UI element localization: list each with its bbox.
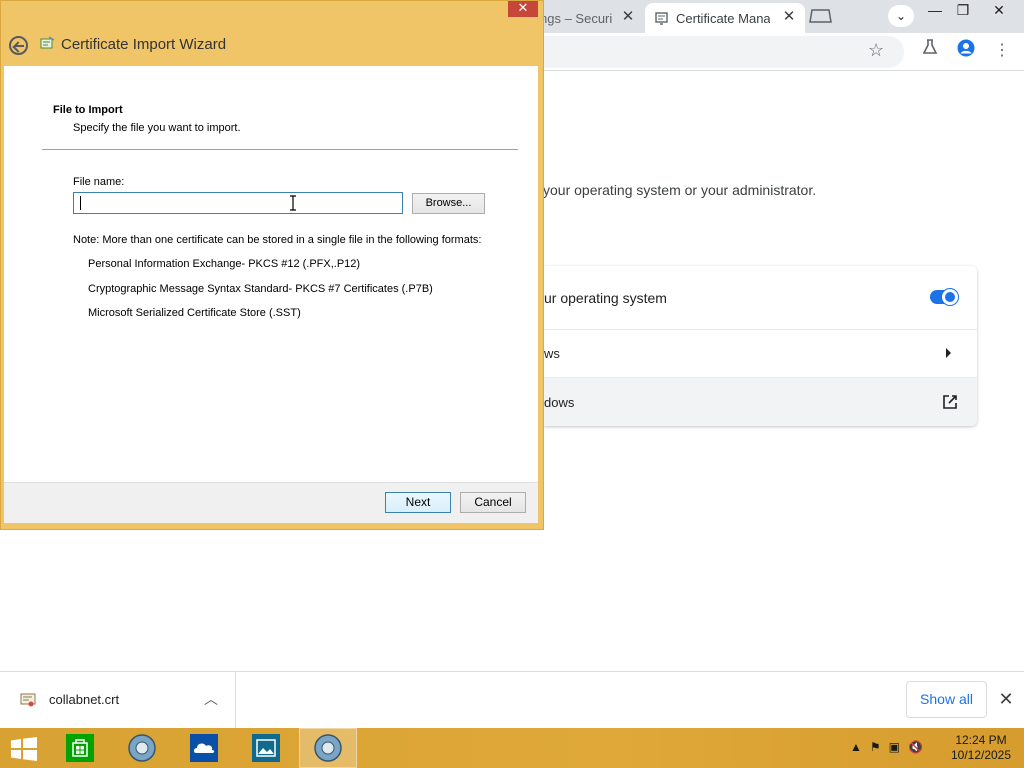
- windows-certificates-row[interactable]: ws: [544, 330, 977, 378]
- new-tab-icon[interactable]: [809, 8, 833, 24]
- volume-muted-icon[interactable]: 🔇: [908, 740, 923, 754]
- text-caret: [80, 196, 81, 210]
- windows-start-icon[interactable]: [10, 737, 38, 761]
- external-link-icon: [943, 395, 957, 409]
- taskbar-clock[interactable]: 12:24 PM 10/12/2025: [946, 733, 1016, 763]
- section-title: File to Import: [53, 104, 123, 116]
- formats-note: Note: More than one certificate can be s…: [73, 234, 482, 246]
- clock-time: 12:24 PM: [955, 733, 1007, 747]
- taskbar-onedrive-app[interactable]: [175, 728, 233, 768]
- back-arrow-icon[interactable]: [9, 36, 28, 55]
- tab-title: Certificate Manag: [676, 10, 770, 26]
- taskbar-store-app[interactable]: [51, 728, 109, 768]
- format-item: Cryptographic Message Syntax Standard- P…: [88, 283, 433, 295]
- window-close-button[interactable]: ✕: [984, 0, 1014, 22]
- restore-button[interactable]: ❐: [948, 0, 978, 22]
- tab-title: ngs – Securit: [540, 10, 612, 26]
- network-icon[interactable]: ▣: [889, 740, 900, 754]
- downloads-bar: collabnet.crt ︿ Show all ✕: [0, 671, 1024, 728]
- profile-avatar-icon[interactable]: [954, 39, 978, 63]
- windows-taskbar: ▲ ⚑ ▣ 🔇 12:24 PM 10/12/2025: [0, 728, 1024, 768]
- certificate-file-icon: [20, 693, 36, 707]
- certificate-import-wizard-dialog: ✕ Certificate Import Wizard File to Impo…: [0, 0, 544, 530]
- tab-close-icon[interactable]: ✕: [781, 9, 797, 25]
- browser-globe-icon: [314, 734, 342, 762]
- file-name-label: File name:: [73, 176, 125, 188]
- settings-page-icon: [655, 11, 668, 25]
- action-center-flag-icon[interactable]: ⚑: [870, 740, 881, 754]
- dialog-titlebar: ✕ Certificate Import Wizard: [1, 1, 545, 66]
- format-item: Personal Information Exchange- PKCS #12 …: [88, 258, 361, 270]
- store-icon: [66, 734, 94, 762]
- dialog-body: File to Import Specify the file you want…: [4, 66, 538, 482]
- taskbar-photos-app[interactable]: [237, 728, 295, 768]
- tab-certificate-manager[interactable]: Certificate Manag ✕: [645, 3, 805, 33]
- ibeam-cursor-icon: [290, 195, 296, 211]
- row-label: ur operating system: [544, 289, 667, 306]
- download-item[interactable]: collabnet.crt ︿: [0, 672, 236, 728]
- browse-button[interactable]: Browse...: [412, 193, 485, 214]
- browser-globe-icon: [128, 734, 156, 762]
- download-file-name: collabnet.crt: [49, 692, 120, 707]
- show-all-button[interactable]: Show all: [906, 681, 987, 718]
- section-description: Specify the file you want to import.: [73, 122, 241, 134]
- labs-flask-icon[interactable]: [918, 39, 942, 63]
- tray-expand-icon[interactable]: ▲: [850, 740, 862, 754]
- minimize-button[interactable]: —: [920, 0, 950, 22]
- cancel-button[interactable]: Cancel: [460, 492, 526, 513]
- taskbar-browser-app-active[interactable]: [299, 728, 357, 768]
- row-label: ws: [544, 346, 560, 361]
- arrow-right-icon: [946, 348, 951, 358]
- menu-kebab-icon[interactable]: ⋮: [990, 39, 1014, 63]
- photos-icon: [252, 734, 280, 762]
- bookmark-star-icon[interactable]: ☆: [868, 40, 884, 61]
- certificate-wizard-icon: [40, 36, 55, 49]
- downloads-close-icon[interactable]: ✕: [996, 689, 1016, 709]
- tab-search-chevron-down-icon[interactable]: ⌄: [888, 5, 914, 27]
- tab-close-icon[interactable]: ✕: [620, 9, 636, 25]
- manage-windows-certificates-row[interactable]: dows: [544, 378, 977, 426]
- settings-description: your operating system or your administra…: [543, 182, 817, 198]
- settings-card: ur operating system ws dows: [544, 266, 977, 426]
- os-certificates-row[interactable]: ur operating system: [544, 266, 977, 330]
- chevron-up-icon[interactable]: ︿: [204, 689, 218, 709]
- dialog-title: Certificate Import Wizard: [61, 36, 227, 53]
- dialog-close-button[interactable]: ✕: [508, 1, 538, 17]
- clock-date: 10/12/2025: [950, 748, 1012, 762]
- taskbar-browser-app[interactable]: [113, 728, 171, 768]
- os-certificates-toggle[interactable]: [930, 289, 958, 305]
- next-button[interactable]: Next: [385, 492, 451, 513]
- system-tray: ▲ ⚑ ▣ 🔇: [850, 740, 923, 754]
- tab-security-settings[interactable]: ngs – Securit ✕: [540, 3, 640, 33]
- divider: [42, 149, 518, 150]
- row-label: dows: [544, 394, 575, 410]
- dialog-footer: Next Cancel: [4, 482, 538, 523]
- file-name-input[interactable]: [73, 192, 403, 214]
- onedrive-cloud-icon: [190, 734, 218, 762]
- format-item: Microsoft Serialized Certificate Store (…: [88, 307, 301, 319]
- address-bar[interactable]: [540, 36, 904, 68]
